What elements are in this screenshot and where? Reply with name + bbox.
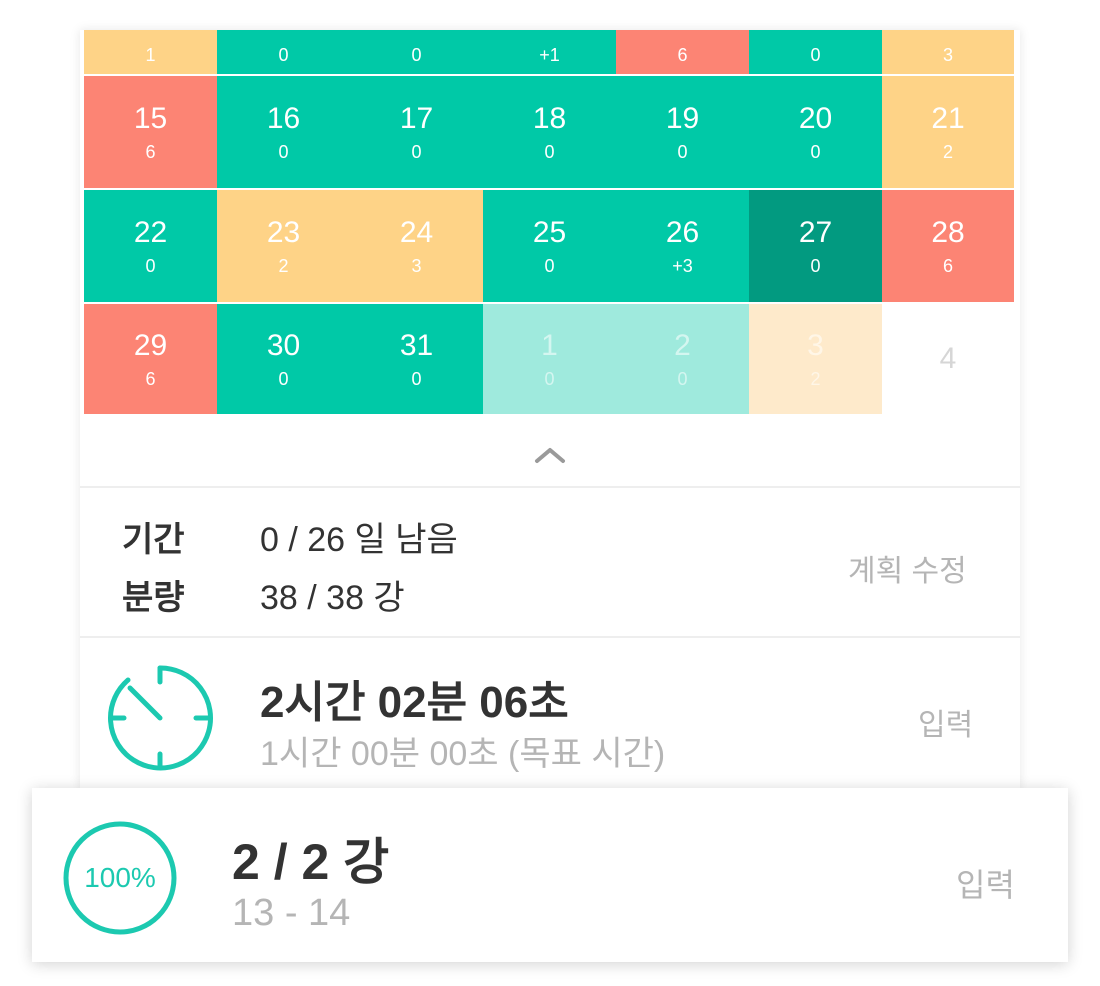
calendar-day-count: 0 bbox=[278, 369, 289, 389]
calendar-day-number: 4 bbox=[939, 342, 957, 375]
calendar-day-count: 6 bbox=[145, 369, 156, 389]
calendar-day-count: 0 bbox=[544, 142, 555, 162]
calendar-day-cell[interactable]: 16 0 bbox=[217, 76, 350, 188]
calendar-day-count: 0 bbox=[278, 142, 289, 162]
calendar-day-cell[interactable]: 30 0 bbox=[217, 304, 350, 414]
calendar-day-cell[interactable]: 21 2 bbox=[882, 76, 1014, 188]
calendar-day-count: 0 bbox=[411, 45, 422, 65]
calendar-day-count: 0 bbox=[411, 369, 422, 389]
calendar-day-cell[interactable]: 23 2 bbox=[217, 190, 350, 302]
calendar-day-number: 2 bbox=[674, 329, 691, 362]
calendar-day-cell[interactable]: 3 bbox=[882, 30, 1014, 74]
calendar-day-number: 3 bbox=[807, 329, 824, 362]
divider bbox=[80, 636, 1020, 638]
calendar-day-number: 25 bbox=[532, 216, 567, 249]
calendar-day-cell[interactable]: 1 bbox=[84, 30, 217, 74]
calendar-day-number: 31 bbox=[399, 329, 434, 362]
progress-percent: 100% bbox=[84, 862, 156, 893]
calendar-day-cell[interactable]: 6 bbox=[616, 30, 749, 74]
amount-value: 38 / 38 강 bbox=[260, 579, 405, 617]
calendar-day-count: 2 bbox=[810, 369, 821, 389]
calendar-day-number: 29 bbox=[133, 329, 168, 362]
calendar-day-cell[interactable]: 27 0 bbox=[749, 190, 882, 302]
calendar-day-count: 6 bbox=[942, 256, 953, 276]
elapsed-time: 2시간 02분 06초 bbox=[260, 678, 569, 727]
calendar-day-number: 26 bbox=[665, 216, 700, 249]
calendar-day-number: 20 bbox=[798, 102, 833, 135]
progress-popup: 100% 2 / 2 강 13 - 14 입력 bbox=[32, 788, 1068, 962]
calendar-day-cell[interactable]: 17 0 bbox=[350, 76, 483, 188]
calendar-day-count: 0 bbox=[411, 142, 422, 162]
calendar-day-count: +3 bbox=[672, 256, 693, 276]
calendar-day-count: 0 bbox=[544, 256, 555, 276]
calendar-day-count: 0 bbox=[810, 142, 821, 162]
divider bbox=[80, 486, 1020, 488]
calendar-day-count: 0 bbox=[677, 369, 688, 389]
calendar-day-number: 16 bbox=[266, 102, 301, 135]
calendar-day-cell[interactable]: 18 0 bbox=[483, 76, 616, 188]
calendar-day-count: 0 bbox=[278, 45, 289, 65]
calendar-day-count: +1 bbox=[539, 45, 560, 65]
calendar-day-cell[interactable]: 28 6 bbox=[882, 190, 1014, 302]
calendar-day-number: 24 bbox=[399, 216, 434, 249]
calendar-day-cell[interactable]: 10 bbox=[483, 304, 616, 414]
calendar-grid: 1 0 0 +1 6 0 3 15 6 16 0 17 0 18 0 19 0 20 0 21 2 22 0 23 2 24 3 25… bbox=[84, 30, 1014, 415]
amount-label: 분량 bbox=[122, 579, 185, 617]
calendar-day-count: 6 bbox=[677, 45, 688, 65]
calendar-day-cell[interactable]: 19 0 bbox=[616, 76, 749, 188]
lecture-range: 13 - 14 bbox=[232, 892, 351, 934]
calendar-day-cell[interactable]: 31 0 bbox=[350, 304, 483, 414]
calendar-day-count: 3 bbox=[411, 256, 422, 276]
calendar-day-count: 0 bbox=[544, 369, 555, 389]
progress-input-button[interactable]: 입력 bbox=[956, 860, 1015, 906]
timer-input-button[interactable]: 입력 bbox=[918, 700, 973, 744]
progress-ring: 100% bbox=[62, 820, 178, 936]
calendar-day-number: 22 bbox=[133, 216, 168, 249]
calendar-day-cell[interactable]: 24 3 bbox=[350, 190, 483, 302]
calendar-day-number: 28 bbox=[931, 216, 965, 249]
calendar-day-cell[interactable]: 0 bbox=[350, 30, 483, 74]
calendar-day-number: 27 bbox=[798, 216, 833, 249]
calendar-day-count: 0 bbox=[145, 256, 156, 276]
calendar-day-number: 15 bbox=[133, 102, 168, 135]
period-label: 기간 bbox=[122, 521, 185, 559]
lecture-count: 2 / 2 강 bbox=[232, 834, 390, 890]
collapse-button[interactable] bbox=[530, 440, 570, 470]
calendar-day-count: 0 bbox=[677, 142, 688, 162]
calendar-day-cell[interactable]: 29 6 bbox=[84, 304, 217, 414]
calendar-day-count: 2 bbox=[278, 256, 289, 276]
calendar-day-cell[interactable]: 25 0 bbox=[483, 190, 616, 302]
calendar-day-cell[interactable]: +1 bbox=[483, 30, 616, 74]
calendar-day-cell[interactable]: 0 bbox=[217, 30, 350, 74]
calendar-day-count: 0 bbox=[810, 45, 821, 65]
calendar-day-cell[interactable]: 4 bbox=[882, 304, 1014, 414]
goal-time: 1시간 00분 00초 (목표 시간) bbox=[260, 735, 666, 773]
calendar-day-cell[interactable]: 26 +3 bbox=[616, 190, 749, 302]
calendar-day-cell[interactable]: 15 6 bbox=[84, 76, 217, 188]
edit-plan-button[interactable]: 계획 수정 bbox=[848, 546, 967, 590]
chevron-up-icon bbox=[535, 448, 565, 463]
calendar-day-number: 30 bbox=[266, 329, 301, 362]
calendar-day-count: 2 bbox=[942, 142, 953, 162]
calendar-day-number: 1 bbox=[541, 329, 558, 362]
calendar-day-count: 3 bbox=[942, 45, 953, 65]
calendar-day-count: 0 bbox=[810, 256, 821, 276]
calendar-day-count: 6 bbox=[145, 142, 156, 162]
calendar-day-number: 23 bbox=[266, 216, 301, 249]
period-value: 0 / 26 일 남음 bbox=[260, 521, 458, 559]
calendar-day-count: 1 bbox=[145, 45, 156, 65]
calendar-day-cell[interactable]: 20 bbox=[616, 304, 749, 414]
calendar-day-number: 17 bbox=[399, 102, 434, 135]
calendar-day-number: 21 bbox=[931, 102, 965, 135]
calendar-day-cell[interactable]: 32 bbox=[749, 304, 882, 414]
calendar-day-cell[interactable]: 20 0 bbox=[749, 76, 882, 188]
timer-icon bbox=[104, 662, 216, 774]
calendar-day-cell[interactable]: 0 bbox=[749, 30, 882, 74]
calendar-day-cell[interactable]: 22 0 bbox=[84, 190, 217, 302]
calendar-day-number: 18 bbox=[532, 102, 567, 135]
calendar-day-number: 19 bbox=[665, 102, 700, 135]
